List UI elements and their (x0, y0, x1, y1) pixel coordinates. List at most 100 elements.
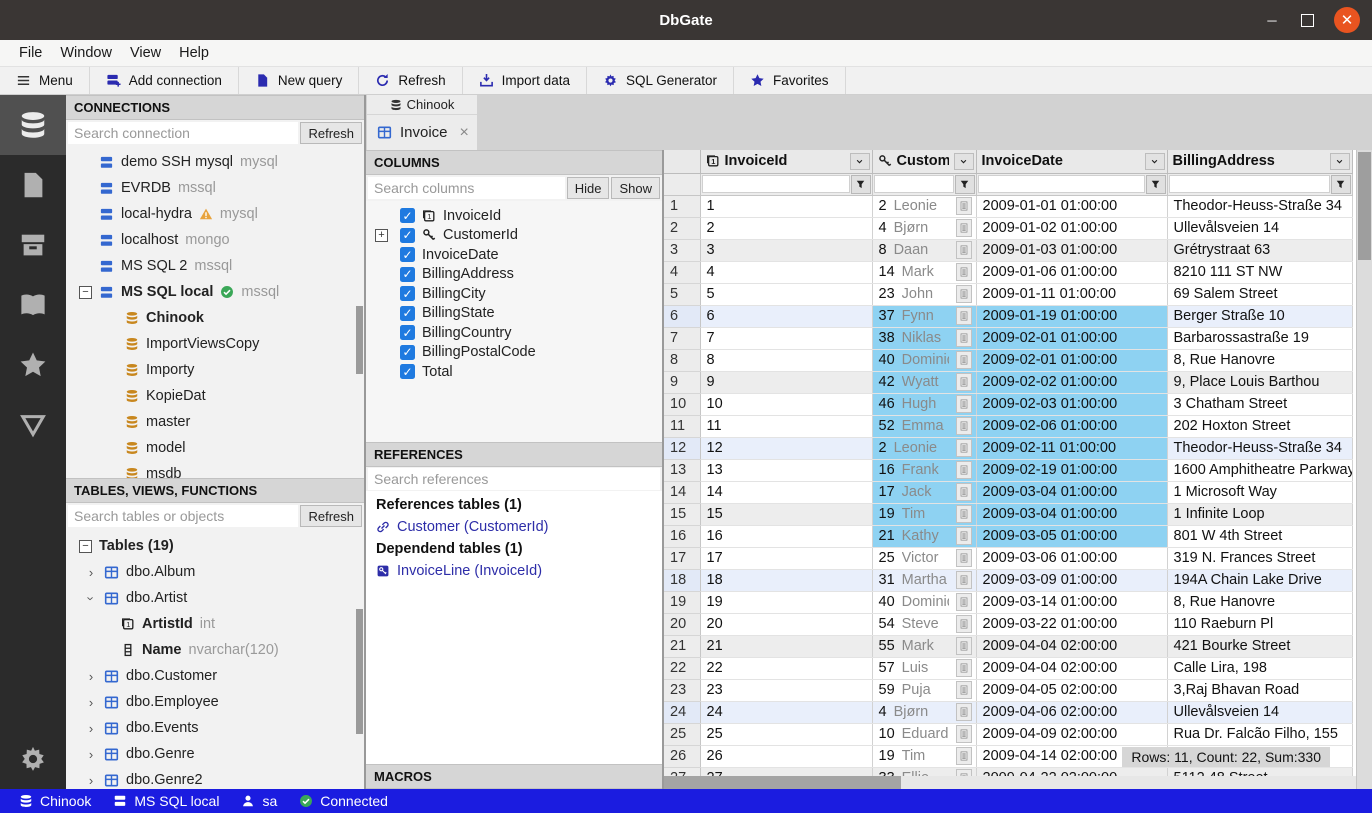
open-reference-button[interactable] (956, 307, 972, 325)
cell-invoicedate[interactable]: 2009-03-14 01:00:00 (976, 591, 1167, 613)
maximize-button[interactable] (1301, 14, 1314, 27)
cell-invoiceid[interactable]: 1 (700, 195, 872, 217)
cell-billingaddress[interactable]: 202 Hoxton Street (1167, 415, 1352, 437)
cell-billingaddress[interactable]: 3,Raj Bhavan Road (1167, 679, 1352, 701)
toolbar-refresh[interactable]: Refresh (359, 67, 462, 94)
row-number[interactable]: 12 (664, 437, 700, 459)
toolbar-menu[interactable]: Menu (0, 67, 90, 94)
row-number[interactable]: 4 (664, 261, 700, 283)
database-item[interactable]: ImportViewsCopy (66, 331, 364, 357)
search-columns-input[interactable] (368, 177, 565, 199)
row-number[interactable]: 7 (664, 327, 700, 349)
statusbar-server[interactable]: MS SQL local (102, 793, 230, 809)
row-number[interactable]: 14 (664, 481, 700, 503)
cell-billingaddress[interactable]: 110 Raeburn Pl (1167, 613, 1352, 635)
cell-invoiceid[interactable]: 19 (700, 591, 872, 613)
cell-customerid[interactable]: 21Kathy (872, 525, 976, 547)
column-header-InvoiceId[interactable]: 1InvoiceId (700, 150, 872, 173)
caret-collapsed-icon[interactable]: › (85, 721, 97, 736)
column-checklist-item[interactable]: ✓BillingState (366, 304, 662, 324)
reference-link[interactable]: Customer (CustomerId) (376, 516, 652, 538)
table-tree-item[interactable]: ›dbo.Album (66, 559, 364, 585)
table-tree-item[interactable]: ›dbo.Employee (66, 689, 364, 715)
open-reference-button[interactable] (956, 417, 972, 435)
cell-invoiceid[interactable]: 5 (700, 283, 872, 305)
cell-customerid[interactable]: 2Leonie (872, 195, 976, 217)
cell-invoiceid[interactable]: 11 (700, 415, 872, 437)
cell-billingaddress[interactable]: 69 Salem Street (1167, 283, 1352, 305)
column-checklist-item[interactable]: ✓BillingPostalCode (366, 343, 662, 363)
database-item[interactable]: Importy (66, 357, 364, 383)
search-tables-input[interactable] (68, 505, 298, 527)
cell-invoiceid[interactable]: 3 (700, 239, 872, 261)
open-reference-button[interactable] (956, 483, 972, 501)
open-reference-button[interactable] (956, 439, 972, 457)
cell-invoiceid[interactable]: 22 (700, 657, 872, 679)
cell-customerid[interactable]: 46Hugh (872, 393, 976, 415)
open-reference-button[interactable] (956, 241, 972, 259)
open-reference-button[interactable] (956, 461, 972, 479)
open-reference-button[interactable] (956, 351, 972, 369)
column-menu-button[interactable] (954, 153, 974, 170)
cell-billingaddress[interactable]: 1 Infinite Loop (1167, 503, 1352, 525)
row-number[interactable]: 1 (664, 195, 700, 217)
menu-window[interactable]: Window (51, 45, 121, 61)
column-checklist-item[interactable]: ✓1InvoiceId (366, 206, 662, 226)
rail-item-star[interactable] (0, 335, 66, 395)
cell-billingaddress[interactable]: 1 Microsoft Way (1167, 481, 1352, 503)
column-header-CustomerId[interactable]: CustomerId (872, 150, 976, 173)
toolbar-new-query[interactable]: New query (239, 67, 360, 94)
hide-button[interactable]: Hide (567, 177, 610, 199)
open-reference-button[interactable] (956, 197, 972, 215)
menu-help[interactable]: Help (170, 45, 218, 61)
cell-invoiceid[interactable]: 17 (700, 547, 872, 569)
cell-billingaddress[interactable]: Grétrystraat 63 (1167, 239, 1352, 261)
cell-customerid[interactable]: 4Bjørn (872, 701, 976, 723)
search-references-input[interactable] (368, 468, 660, 490)
table-tree-item[interactable]: ›dbo.Events (66, 715, 364, 741)
caret-collapsed-icon[interactable]: › (85, 669, 97, 684)
cell-customerid[interactable]: 16Frank (872, 459, 976, 481)
database-item[interactable]: Chinook (66, 305, 364, 331)
open-reference-button[interactable] (956, 637, 972, 655)
database-item[interactable]: model (66, 435, 364, 461)
column-header-BillingAddress[interactable]: BillingAddress (1167, 150, 1352, 173)
column-checklist-item[interactable]: ✓BillingCity (366, 284, 662, 304)
cell-invoiceid[interactable]: 4 (700, 261, 872, 283)
cell-customerid[interactable]: 57Luis (872, 657, 976, 679)
row-number[interactable]: 3 (664, 239, 700, 261)
rail-item-book[interactable] (0, 275, 66, 335)
caret-expanded-icon[interactable]: › (84, 592, 99, 604)
cell-invoiceid[interactable]: 13 (700, 459, 872, 481)
tables-group-row[interactable]: −Tables (19) (66, 533, 364, 559)
cell-customerid[interactable]: 40Dominique (872, 591, 976, 613)
open-reference-button[interactable] (956, 593, 972, 611)
cell-billingaddress[interactable]: 3 Chatham Street (1167, 393, 1352, 415)
open-reference-button[interactable] (956, 681, 972, 699)
cell-invoicedate[interactable]: 2009-04-05 02:00:00 (976, 679, 1167, 701)
cell-invoicedate[interactable]: 2009-02-06 01:00:00 (976, 415, 1167, 437)
cell-invoiceid[interactable]: 25 (700, 723, 872, 745)
column-checklist-item[interactable]: ✓BillingAddress (366, 265, 662, 285)
menu-view[interactable]: View (121, 45, 170, 61)
cell-invoiceid[interactable]: 16 (700, 525, 872, 547)
collapse-expander-icon[interactable]: − (79, 540, 92, 553)
table-tree-item[interactable]: ›dbo.Artist (66, 585, 364, 611)
cell-invoicedate[interactable]: 2009-01-03 01:00:00 (976, 239, 1167, 261)
filter-menu-button[interactable] (1331, 175, 1351, 194)
open-reference-button[interactable] (956, 659, 972, 677)
checkbox-checked[interactable]: ✓ (400, 345, 415, 360)
cell-invoicedate[interactable]: 2009-03-09 01:00:00 (976, 569, 1167, 591)
row-number[interactable]: 22 (664, 657, 700, 679)
statusbar-database[interactable]: Chinook (8, 793, 102, 809)
cell-invoiceid[interactable]: 14 (700, 481, 872, 503)
table-tree-item[interactable]: ›dbo.Customer (66, 663, 364, 689)
cell-invoiceid[interactable]: 21 (700, 635, 872, 657)
cell-customerid[interactable]: 37Fynn (872, 305, 976, 327)
cell-customerid[interactable]: 55Mark (872, 635, 976, 657)
rail-item-gear[interactable] (0, 729, 66, 789)
caret-collapsed-icon[interactable]: › (85, 695, 97, 710)
open-reference-button[interactable] (956, 703, 972, 721)
cell-customerid[interactable]: 10Eduardo (872, 723, 976, 745)
cell-billingaddress[interactable]: 421 Bourke Street (1167, 635, 1352, 657)
